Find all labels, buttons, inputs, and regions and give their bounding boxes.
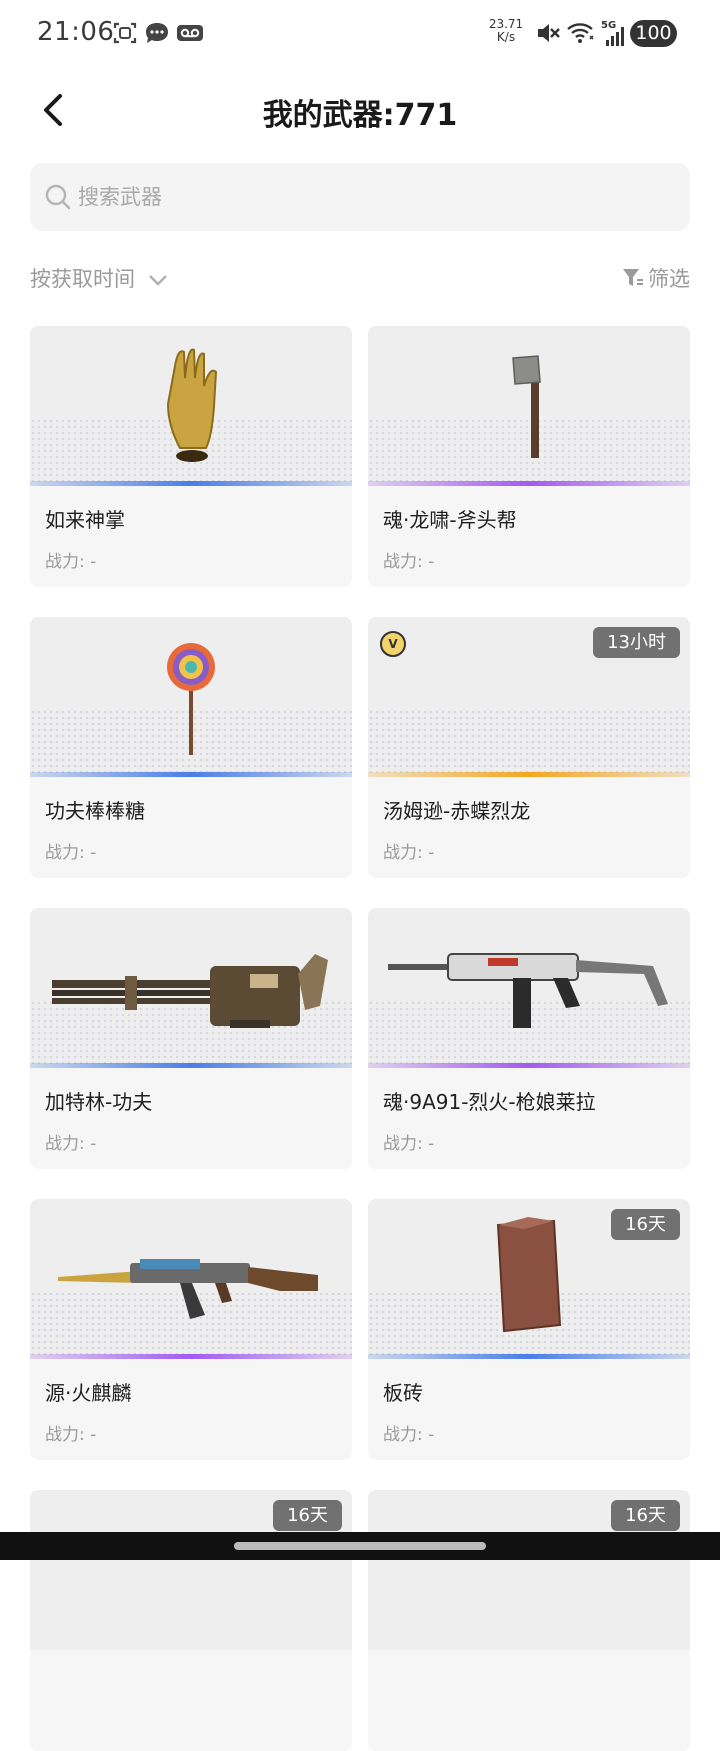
weapon-card[interactable]: 魂·龙啸-斧头帮 战力: - [368,326,690,587]
gatling-gun-icon [52,954,328,1028]
weapon-image-area [30,908,352,1068]
weapon-card[interactable]: 加特林-功夫 战力: - [30,908,352,1169]
chevron-down-icon [148,275,167,286]
weapon-image-area: 16天 [368,1490,690,1650]
search-input[interactable] [78,177,668,217]
weapon-image-area: V 13小时 [368,617,690,777]
rarity-bar [30,1354,352,1359]
rarity-bar [368,772,690,777]
time-remaining-badge: 16天 [611,1500,680,1531]
rarity-bar [368,1354,690,1359]
system-nav-bar [0,1532,720,1560]
voicemail-icon [177,25,203,41]
home-gesture-handle[interactable] [234,1542,486,1550]
battery-level: 100 [630,20,677,47]
weapon-image-area [30,1199,352,1359]
weapon-card[interactable]: V 13小时 汤姆逊-赤蝶烈龙 战力: - [368,617,690,878]
weapon-image-area: 16天 [368,1199,690,1359]
weapon-name: 魂·龙啸-斧头帮 [383,508,517,532]
weapon-power: 战力: - [383,1134,435,1154]
smg-icon [388,953,668,1028]
filter-button[interactable]: 筛选 [622,263,690,293]
weapon-name: 汤姆逊-赤蝶烈龙 [383,799,531,823]
page-title: 我的武器:771 [262,98,458,133]
weapon-power: 战力: - [383,1425,435,1445]
rarity-bar [30,481,352,486]
weapon-power: 战力: - [383,843,435,863]
rarity-bar [368,1063,690,1068]
sort-label: 按获取时间 [30,267,135,291]
rarity-bar [30,1063,352,1068]
wifi-icon [567,23,594,43]
weapon-name: 功夫棒棒糖 [45,799,145,823]
rarity-bar [368,481,690,486]
weapon-power: 战力: - [45,552,97,572]
weapon-card[interactable]: 功夫棒棒糖 战力: - [30,617,352,878]
weapon-card[interactable]: 魂·9A91-烈火-枪娘莱拉 战力: - [368,908,690,1169]
weapon-name: 源·火麒麟 [45,1381,132,1405]
sort-dropdown[interactable]: 按获取时间 [30,263,168,293]
weapon-image-area: 16天 [30,1490,352,1650]
weapon-card[interactable]: 如来神掌 战力: - [30,326,352,587]
clock: 21:06 [37,17,115,47]
weapon-card[interactable]: 16天 [30,1490,352,1751]
weapon-image-area [368,326,690,486]
search-box[interactable] [30,163,690,231]
filter-icon [623,269,643,286]
weapon-name: 魂·9A91-烈火-枪娘莱拉 [383,1090,596,1114]
weapon-image-area [368,908,690,1068]
search-icon [45,184,71,210]
weapon-image-area [30,326,352,486]
weapon-power: 战力: - [45,1425,97,1445]
weapon-card[interactable]: 16天 板砖 战力: - [368,1199,690,1460]
weapon-power: 战力: - [45,1134,97,1154]
weapon-image-area [30,617,352,777]
weapon-card[interactable]: 16天 [368,1490,690,1751]
rifle-icon [58,1259,318,1319]
screenshot-icon [113,22,137,44]
filter-label: 筛选 [648,267,690,291]
weapon-power: 战力: - [45,843,97,863]
weapon-name: 如来神掌 [45,508,125,532]
weapon-card[interactable]: 源·火麒麟 战力: - [30,1199,352,1460]
message-icon [146,23,168,43]
lollipop-icon [167,643,215,755]
status-bar: 21:06 23.71 K/s 5G 100 [0,0,720,68]
weapon-power: 战力: - [383,552,435,572]
golden-palm-icon [166,348,218,462]
mute-vibrate-icon [538,24,560,42]
weapon-name: 加特林-功夫 [45,1090,153,1114]
weapon-name: 板砖 [383,1381,423,1405]
signal-icon [606,27,624,46]
time-remaining-badge: 16天 [611,1209,680,1240]
time-remaining-badge: 16天 [273,1500,342,1531]
time-remaining-badge: 13小时 [593,627,680,658]
axe-icon [512,355,541,458]
rarity-bar [30,772,352,777]
vip-badge-icon: V [380,631,406,657]
network-speed: 23.71 K/s [488,17,524,44]
